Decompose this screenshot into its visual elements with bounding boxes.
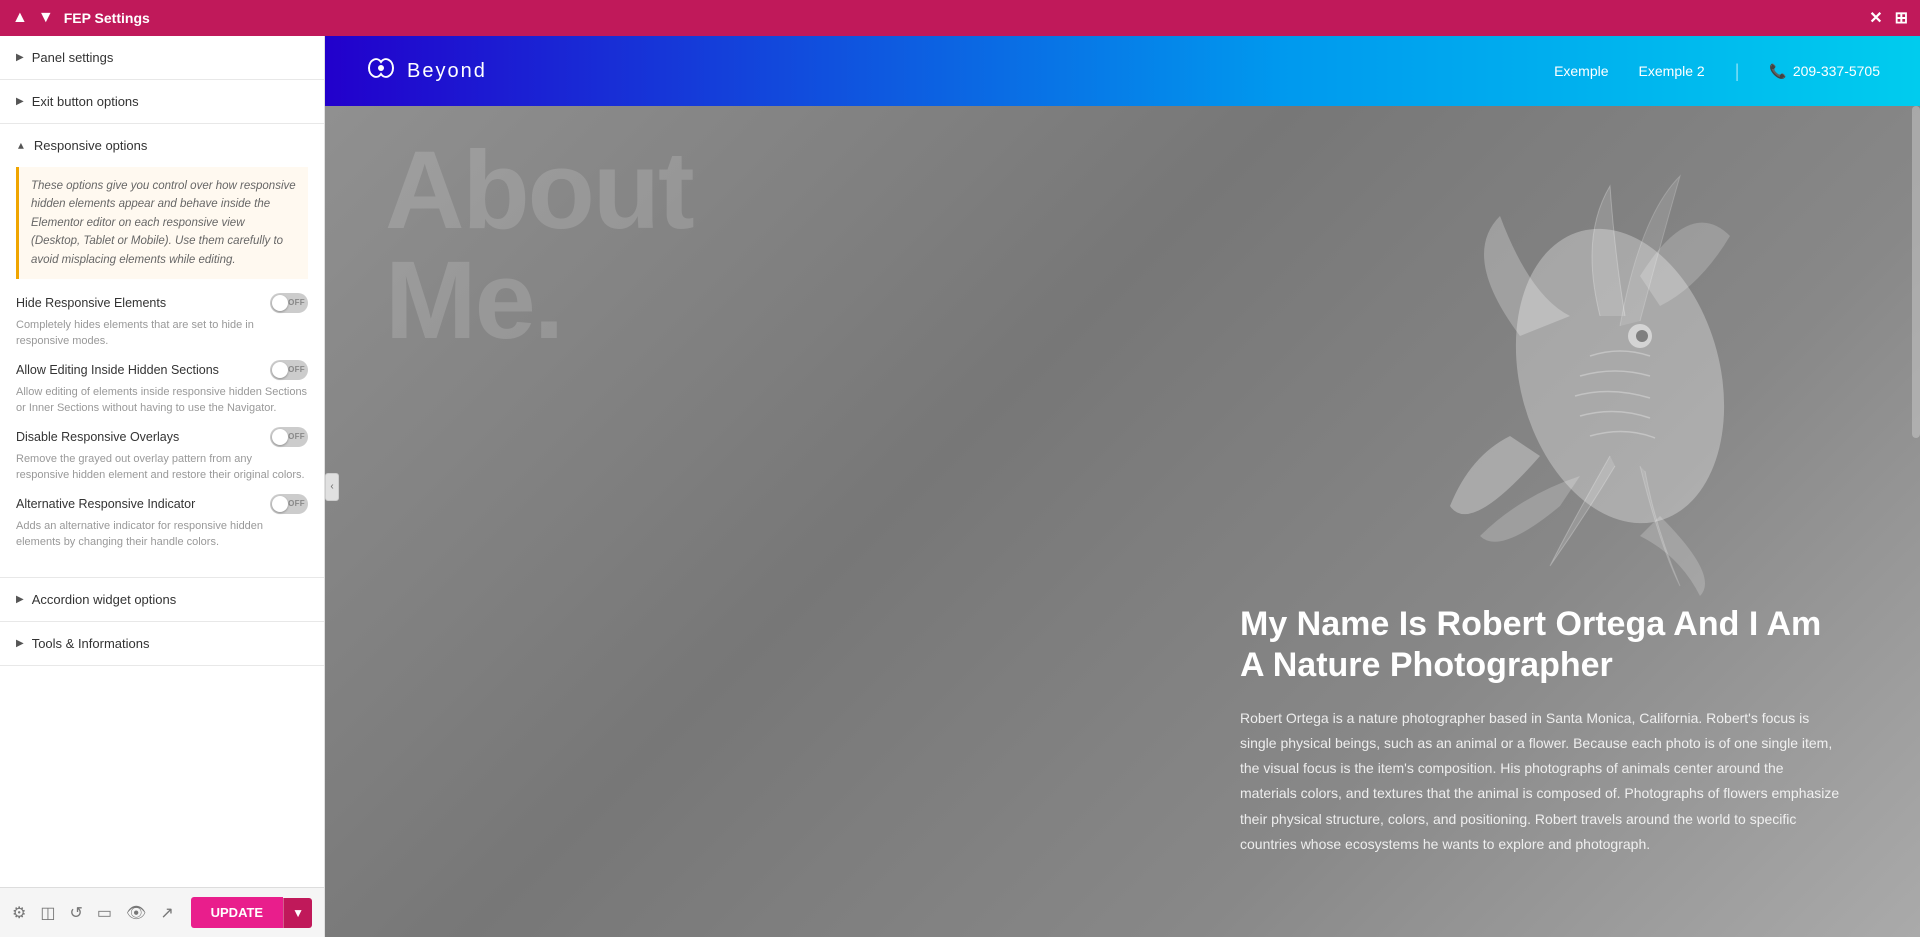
bottom-toolbar: ⚙ ◫ ↺ ▭ 👁 ↗ UPDATE ▼ [0,887,324,937]
toggle-disable-overlays-row: Disable Responsive Overlays OFF [16,427,308,447]
nav-exemple[interactable]: Exemple [1554,63,1608,79]
app-title: FEP Settings [64,10,150,26]
toggle-alt-indicator-label: Alternative Responsive Indicator [16,497,195,511]
logo-text: Beyond [407,60,487,83]
phone-number: 209-337-5705 [1793,63,1880,79]
toggle-allow-editing-row: Allow Editing Inside Hidden Sections OFF [16,360,308,380]
responsive-icon[interactable]: ▭ [97,903,112,923]
sidebar-content: ▶ Panel settings ▶ Exit button options ▼ [0,36,324,887]
hero-description: Robert Ortega is a nature photographer b… [1240,706,1840,857]
update-button[interactable]: UPDATE [191,897,283,928]
nav-exemple2[interactable]: Exemple 2 [1639,63,1705,79]
responsive-options-section: ▼ Responsive options These options give … [0,124,324,578]
panel-settings-header[interactable]: ▶ Panel settings [0,36,324,79]
toggle-disable-overlays-switch[interactable]: OFF [270,427,308,447]
toggle-alt-indicator-row: Alternative Responsive Indicator OFF [16,494,308,514]
tools-info-section: ▶ Tools & Informations [0,622,324,666]
panel-settings-label: Panel settings [32,50,114,65]
top-bar-left: ▲ ▼ FEP Settings [12,9,150,27]
hero-big-text-line1: About [385,136,693,246]
arrow-up-icon[interactable]: ▲ [12,9,28,27]
site-logo: Beyond [365,54,487,89]
toggle-disable-overlays-label: Disable Responsive Overlays [16,430,179,444]
toggle-hide-responsive-desc: Completely hides elements that are set t… [16,317,308,350]
toggle-alt-indicator: Alternative Responsive Indicator OFF Add… [16,494,308,551]
exit-button-label: Exit button options [32,94,139,109]
nav-phone: 📞 209-337-5705 [1769,63,1880,80]
site-header: Beyond Exemple Exemple 2 | 📞 209-337-570… [325,36,1920,106]
share-icon[interactable]: ↗ [160,903,173,923]
toggle-alt-indicator-desc: Adds an alternative indicator for respon… [16,518,308,551]
update-btn-group: UPDATE ▼ [191,897,312,928]
bottom-toolbar-icons: ⚙ ◫ ↺ ▭ 👁 ↗ [12,903,174,923]
eye-icon[interactable]: 👁 [126,903,146,923]
preview-area: Beyond Exemple Exemple 2 | 📞 209-337-570… [325,36,1920,937]
arrow-down-icon[interactable]: ▼ [38,9,54,27]
sidebar: ▶ Panel settings ▶ Exit button options ▼ [0,36,325,937]
accordion-widget-header[interactable]: ▶ Accordion widget options [0,578,324,621]
grid-icon[interactable]: ⊞ [1895,8,1908,28]
exit-button-header[interactable]: ▶ Exit button options [0,80,324,123]
toggle-allow-editing-switch[interactable]: OFF [270,360,308,380]
toggle-hide-responsive-row: Hide Responsive Elements OFF [16,293,308,313]
toggle-allow-editing-label: Allow Editing Inside Hidden Sections [16,363,219,377]
hero-big-text-line2: Me. [385,246,693,356]
toggle-hide-responsive-label: Hide Responsive Elements [16,296,166,310]
fish-image [1440,156,1820,606]
accordion-widget-section: ▶ Accordion widget options [0,578,324,622]
hero-big-text: About Me. [385,136,693,356]
toggle-allow-editing: Allow Editing Inside Hidden Sections OFF [16,360,308,417]
responsive-options-label: Responsive options [34,138,147,153]
logo-icon [365,54,397,89]
exit-button-arrow: ▶ [16,96,24,107]
update-dropdown-button[interactable]: ▼ [283,898,312,928]
layers-icon[interactable]: ◫ [40,903,55,923]
main-layout: ▶ Panel settings ▶ Exit button options ▼ [0,36,1920,937]
accordion-widget-label: Accordion widget options [32,592,177,607]
hero-title: My Name Is Robert Ortega And I Am A Natu… [1240,604,1840,686]
responsive-info-text: These options give you control over how … [31,180,296,266]
phone-icon: 📞 [1769,63,1786,80]
tools-info-label: Tools & Informations [32,636,150,651]
top-bar-actions: ✕ ⊞ [1869,8,1908,28]
site-nav: Exemple Exemple 2 | 📞 209-337-5705 [1554,61,1880,82]
sidebar-wrapper: ▶ Panel settings ▶ Exit button options ▼ [0,36,325,937]
toggle-disable-overlays-desc: Remove the grayed out overlay pattern fr… [16,451,308,484]
preview-scrollbar[interactable] [1912,106,1920,438]
tools-info-arrow: ▶ [16,638,24,649]
close-icon[interactable]: ✕ [1869,8,1882,28]
hero-section: About Me. [325,106,1920,937]
panel-settings-arrow: ▶ [16,52,24,63]
responsive-options-header[interactable]: ▼ Responsive options [0,124,324,167]
panel-settings-section: ▶ Panel settings [0,36,324,80]
nav-divider: | [1735,61,1740,82]
tools-info-header[interactable]: ▶ Tools & Informations [0,622,324,665]
settings-icon[interactable]: ⚙ [12,903,26,923]
toggle-hide-responsive: Hide Responsive Elements OFF Completely … [16,293,308,350]
toggle-disable-overlays: Disable Responsive Overlays OFF Remove t… [16,427,308,484]
hero-content: My Name Is Robert Ortega And I Am A Natu… [1240,604,1840,857]
top-bar: ▲ ▼ FEP Settings ✕ ⊞ [0,0,1920,36]
responsive-options-body: These options give you control over how … [0,167,324,577]
responsive-options-arrow: ▼ [16,140,26,151]
sidebar-collapse-button[interactable]: ‹ [325,473,339,501]
toggle-hide-responsive-switch[interactable]: OFF [270,293,308,313]
history-icon[interactable]: ↺ [69,903,82,923]
accordion-widget-arrow: ▶ [16,594,24,605]
exit-button-section: ▶ Exit button options [0,80,324,124]
responsive-info-box: These options give you control over how … [16,167,308,279]
toggle-allow-editing-desc: Allow editing of elements inside respons… [16,384,308,417]
toggle-alt-indicator-switch[interactable]: OFF [270,494,308,514]
